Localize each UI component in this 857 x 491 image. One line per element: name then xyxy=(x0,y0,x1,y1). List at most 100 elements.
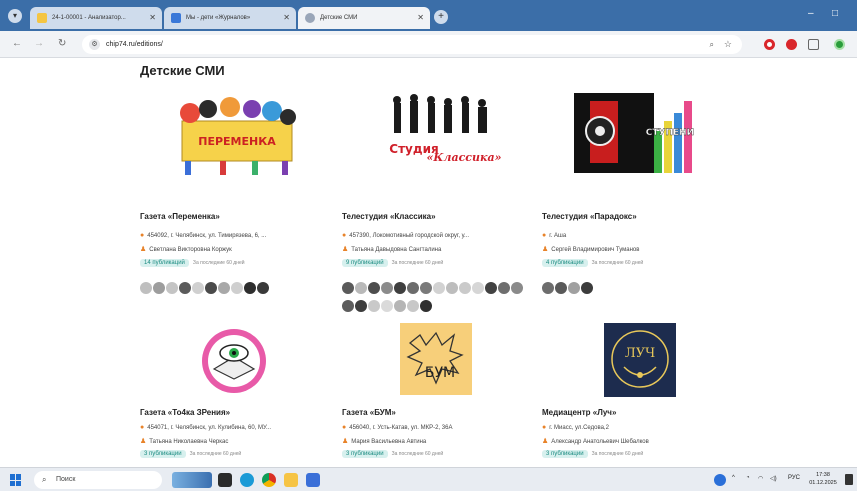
back-icon[interactable]: ← xyxy=(12,38,22,49)
author-avatar[interactable] xyxy=(542,282,554,294)
tab-close-icon[interactable]: ✕ xyxy=(417,7,424,29)
author-avatar[interactable] xyxy=(446,282,458,294)
author-avatar[interactable] xyxy=(381,300,393,312)
author-avatar[interactable] xyxy=(381,282,393,294)
tab-label: 24-1-00001 - Анализатор... xyxy=(52,15,126,21)
tab-analyzer[interactable]: 24-1-00001 - Анализатор... ✕ xyxy=(30,7,162,29)
opera-icon[interactable] xyxy=(764,39,775,50)
card-title[interactable]: Телестудия «Классика» xyxy=(342,212,436,221)
author-avatar[interactable] xyxy=(244,282,256,294)
taskbar-search[interactable]: ⌕ Поиск xyxy=(34,471,162,489)
author-avatar[interactable] xyxy=(205,282,217,294)
period-note: За последние 60 дней xyxy=(591,260,644,266)
author-avatar[interactable] xyxy=(342,282,354,294)
author-avatar[interactable] xyxy=(407,282,419,294)
tab-search-button[interactable]: ▾ xyxy=(8,9,22,23)
reload-icon[interactable]: ↻ xyxy=(58,38,66,49)
author-avatar[interactable] xyxy=(568,282,580,294)
card-title[interactable]: Газета «Переменка» xyxy=(140,212,220,221)
address-field[interactable]: ⚙ chip74.ru/editions/ ⌕ ☆ xyxy=(82,35,742,54)
forward-icon[interactable]: → xyxy=(34,38,44,49)
author-avatar[interactable] xyxy=(166,282,178,294)
tab-close-icon[interactable]: ✕ xyxy=(283,7,290,29)
author-avatar[interactable] xyxy=(581,282,593,294)
zoom-icon[interactable]: ⌕ xyxy=(710,35,714,54)
media-card[interactable]: ПЕРЕМЕНКА Газета «Переменка» ● 454092, г.… xyxy=(140,91,330,321)
weather-widget-icon[interactable] xyxy=(172,472,212,488)
profile-icon[interactable] xyxy=(834,39,845,50)
tray-app-icon[interactable] xyxy=(714,474,726,486)
author-avatar[interactable] xyxy=(368,300,380,312)
site-info-icon[interactable]: ⚙ xyxy=(89,39,100,50)
tab-journals[interactable]: Мы - дети «Журналов» ✕ xyxy=(164,7,296,29)
author-avatar[interactable] xyxy=(394,282,406,294)
card-logo: Студия «Классика» xyxy=(342,91,532,181)
author-avatar[interactable] xyxy=(192,282,204,294)
tab-children-media[interactable]: Детские СМИ ✕ xyxy=(298,7,430,29)
author-avatar[interactable] xyxy=(368,282,380,294)
author-avatar[interactable] xyxy=(179,282,191,294)
tab-label: Детские СМИ xyxy=(320,15,358,21)
author-avatar[interactable] xyxy=(420,282,432,294)
media-card[interactable]: Студия «Классика» Телестудия «Классика» … xyxy=(342,91,532,331)
person-icon: ♟ xyxy=(342,438,349,445)
author-avatar[interactable] xyxy=(218,282,230,294)
card-title[interactable]: Газета «БУМ» xyxy=(342,408,396,417)
task-view-icon[interactable] xyxy=(218,473,232,487)
language-indicator[interactable]: РУС xyxy=(788,475,800,481)
media-card[interactable]: СТУПЕНИ Телестудия «Парадокс» ● г. Аша ♟ С… xyxy=(542,91,732,321)
author-avatar[interactable] xyxy=(511,282,523,294)
chrome-icon[interactable] xyxy=(262,473,276,487)
store-icon[interactable] xyxy=(306,473,320,487)
author-avatar[interactable] xyxy=(407,300,419,312)
volume-icon[interactable]: ◁) xyxy=(770,475,777,482)
media-card[interactable]: ЛУЧ Медиацентр «Луч» ● г. Миасс, ул.Седов… xyxy=(542,321,732,465)
author-avatar[interactable] xyxy=(498,282,510,294)
card-stats: 3 публикации За последние 60 дней xyxy=(542,450,643,458)
card-title[interactable]: Газета «То4ка ЗРения» xyxy=(140,408,230,417)
extension-red-icon[interactable] xyxy=(786,39,797,50)
author-avatar[interactable] xyxy=(433,282,445,294)
card-person: ♟ Татьяна Николаевна Черкас xyxy=(140,437,332,445)
maximize-button[interactable]: □ xyxy=(832,8,838,19)
publications-badge: 9 публикаций xyxy=(342,259,388,267)
peremenka-logo-icon: ПЕРЕМЕНКА xyxy=(180,97,296,175)
card-address: ● г. Аша xyxy=(542,232,734,239)
author-avatar[interactable] xyxy=(555,282,567,294)
author-avatar[interactable] xyxy=(342,300,354,312)
author-avatar[interactable] xyxy=(257,282,269,294)
edge-icon[interactable] xyxy=(240,473,254,487)
card-address: ● 456040, г. Усть-Катав, ул. МКР-2, 36А xyxy=(342,424,534,431)
author-avatar[interactable] xyxy=(231,282,243,294)
minimize-button[interactable]: – xyxy=(808,8,814,19)
media-card[interactable]: Газета «То4ка ЗРения» ● 454071, г. Челяби… xyxy=(140,321,330,465)
location-pin-icon: ● xyxy=(342,424,347,431)
network-icon[interactable]: ◔ xyxy=(746,475,750,481)
card-title[interactable]: Телестудия «Парадокс» xyxy=(542,212,637,221)
author-avatar[interactable] xyxy=(355,282,367,294)
extensions-icon[interactable] xyxy=(808,39,819,50)
page-title: Детские СМИ xyxy=(140,63,225,78)
author-avatar[interactable] xyxy=(420,300,432,312)
tab-close-icon[interactable]: ✕ xyxy=(149,7,156,29)
wifi-icon[interactable]: ◠ xyxy=(758,475,763,482)
publications-badge: 3 публикации xyxy=(140,450,186,458)
notifications-icon[interactable] xyxy=(845,474,853,485)
publications-badge: 3 публикации xyxy=(342,450,388,458)
file-explorer-icon[interactable] xyxy=(284,473,298,487)
tray-chevron-icon[interactable]: ^ xyxy=(732,475,735,481)
clock[interactable]: 17:38 01.12.2025 xyxy=(806,471,840,487)
new-tab-button[interactable]: + xyxy=(434,10,448,24)
author-avatar[interactable] xyxy=(140,282,152,294)
windows-start-icon[interactable] xyxy=(10,474,22,486)
author-avatar[interactable] xyxy=(472,282,484,294)
author-avatar[interactable] xyxy=(394,300,406,312)
media-card[interactable]: БУМ Газета «БУМ» ● 456040, г. Усть-Катав,… xyxy=(342,321,532,465)
author-avatar[interactable] xyxy=(355,300,367,312)
author-avatar[interactable] xyxy=(485,282,497,294)
author-avatar[interactable] xyxy=(459,282,471,294)
author-avatar[interactable] xyxy=(153,282,165,294)
card-title[interactable]: Медиацентр «Луч» xyxy=(542,408,616,417)
card-logo xyxy=(140,321,330,411)
bookmark-star-icon[interactable]: ☆ xyxy=(724,35,732,54)
